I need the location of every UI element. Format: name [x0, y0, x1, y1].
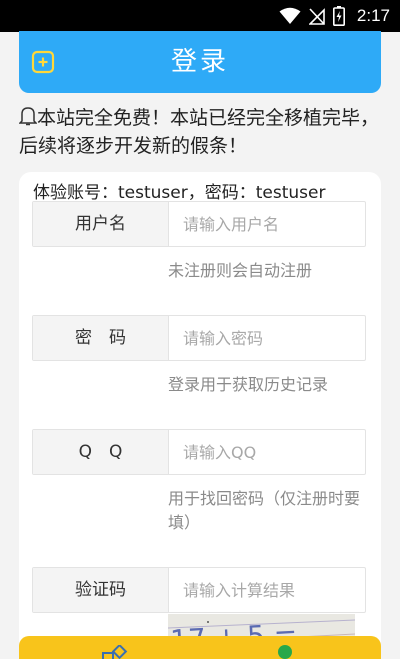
notice-banner: 本站完全免费！本站已经完全移植完毕，后续将逐步开发新的假条！: [18, 104, 384, 160]
header-bar: 登录: [19, 31, 381, 93]
page-title: 登录: [170, 47, 229, 77]
password-input[interactable]: [170, 316, 365, 360]
status-icons: 2:17: [279, 0, 390, 32]
status-time: 2:17: [356, 6, 390, 25]
wifi-icon: [279, 7, 301, 24]
qq-row: Q Q: [32, 429, 366, 475]
bell-icon: [18, 107, 38, 126]
password-row: 密 码: [32, 315, 366, 361]
trial-account-text: 体验账号：testuser，密码：testuser: [33, 183, 326, 203]
status-bar: 2:17: [0, 0, 400, 32]
password-label: 密 码: [33, 316, 169, 360]
grid-icon[interactable]: [101, 645, 129, 659]
username-row: 用户名: [32, 201, 366, 247]
captcha-label: 验证码: [33, 568, 169, 612]
username-hint: 未注册则会自动注册: [168, 261, 313, 280]
captcha-input[interactable]: [170, 568, 365, 612]
qq-label: Q Q: [33, 430, 169, 474]
password-hint: 登录用于获取历史记录: [168, 375, 329, 394]
battery-charging-icon: [332, 6, 345, 26]
bottom-nav-bar: [19, 636, 381, 659]
qq-input[interactable]: [170, 430, 365, 474]
captcha-row: 验证码: [32, 567, 366, 613]
no-signal-icon: [308, 8, 325, 25]
profile-icon[interactable]: [275, 642, 295, 659]
notice-text: 本站完全免费！本站已经完全移植完毕，后续将逐步开发新的假条！: [19, 107, 380, 157]
username-label: 用户名: [33, 202, 169, 246]
login-form-card: 体验账号：testuser，密码：testuser 用户名 未注册则会自动注册 …: [19, 172, 381, 652]
qq-hint: 用于找回密码（仅注册时要填）: [168, 489, 361, 532]
username-input[interactable]: [170, 202, 365, 246]
